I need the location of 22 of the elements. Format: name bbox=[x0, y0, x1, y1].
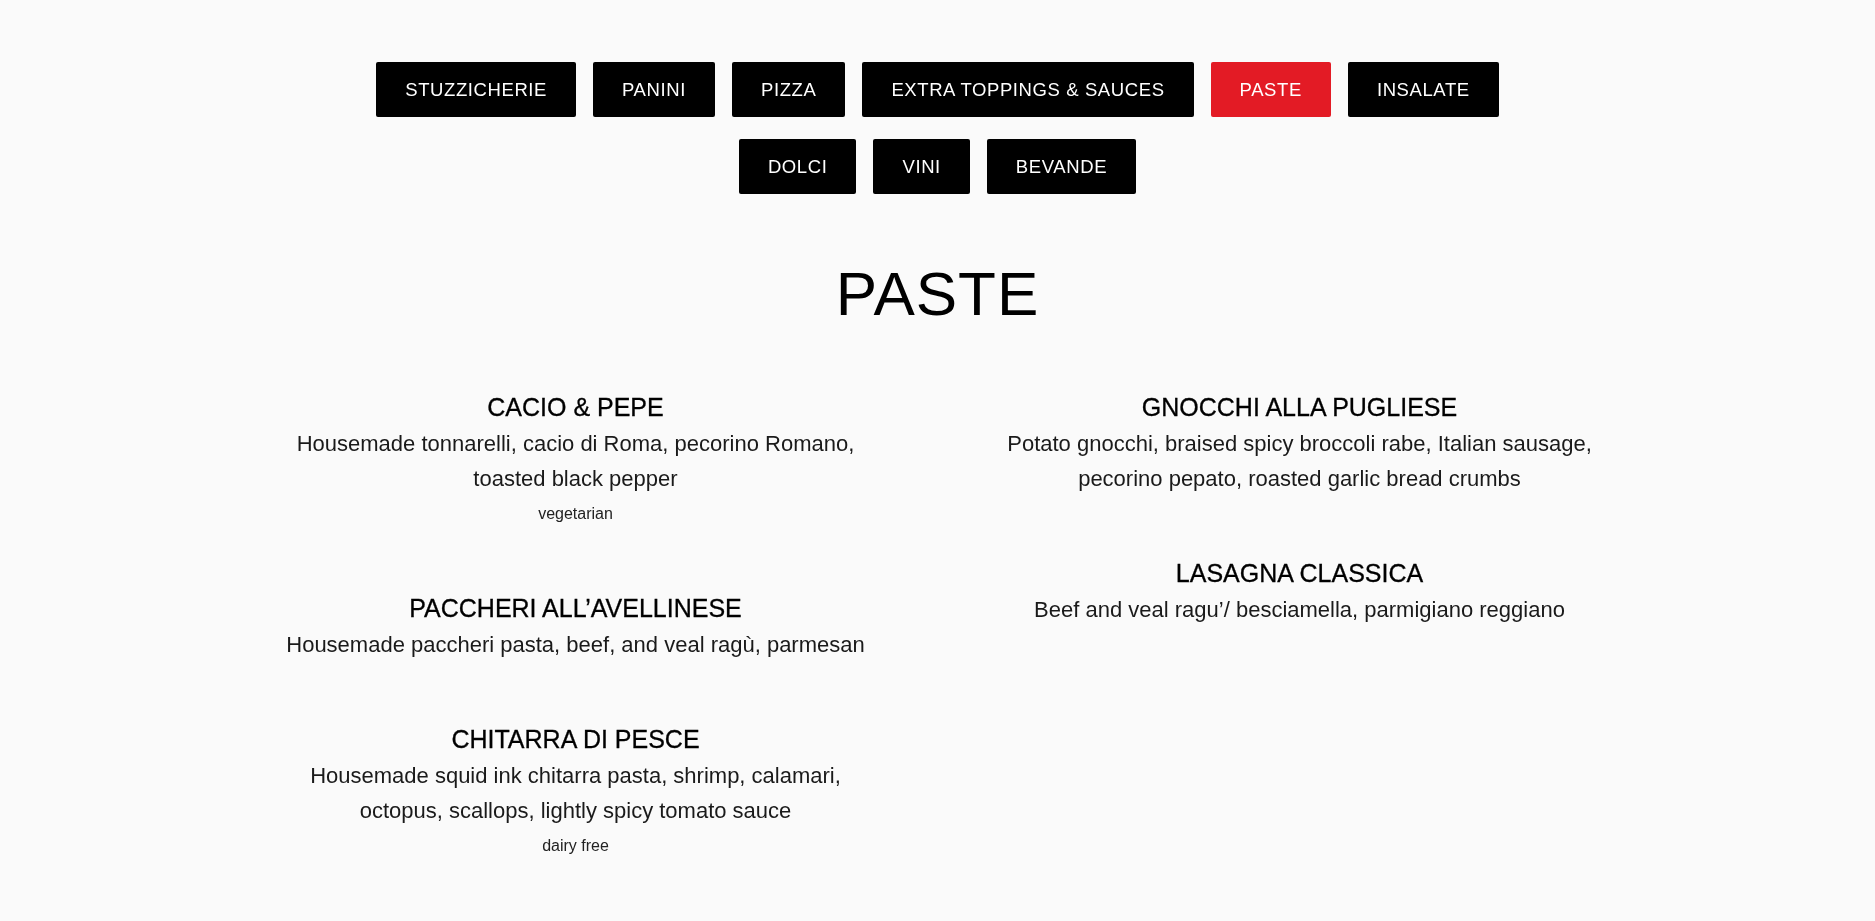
dish-description: Beef and veal ragu’/ besciamella, parmigiano reggiano bbox=[1034, 596, 1565, 624]
category-tab[interactable]: BEVANDE bbox=[986, 139, 1137, 194]
section-title: PASTE bbox=[835, 258, 1040, 330]
category-tab[interactable]: VINI bbox=[873, 139, 970, 194]
dietary-tag: dairy free bbox=[542, 828, 609, 863]
category-tab[interactable]: PANINI bbox=[593, 62, 715, 117]
dish-description: Housemade tonnarelli, cacio di Roma, pecorino Romano, toasted black pepper bbox=[295, 430, 856, 493]
category-tab[interactable]: PASTE bbox=[1210, 62, 1331, 117]
dish-description: Potato gnocchi, braised spicy broccoli rabe, Italian sausage, pecorino pepato, roasted garlic bread crumbs bbox=[1006, 430, 1593, 493]
dish-name: PACCHERI ALL’AVELLINESE bbox=[409, 593, 742, 624]
dish-name: CHITARRA DI PESCE bbox=[451, 724, 700, 755]
dish-description: Housemade paccheri pasta, beef, and veal ragù, parmesan bbox=[286, 631, 865, 659]
category-tab[interactable]: EXTRA TOPPINGS & SAUCES bbox=[862, 62, 1194, 117]
category-tab[interactable]: PIZZA bbox=[731, 62, 846, 117]
dish-name: CACIO & PEPE bbox=[487, 392, 664, 423]
dish-name: LASAGNA CLASSICA bbox=[1175, 558, 1424, 589]
dish-name: GNOCCHI ALLA PUGLIESE bbox=[1141, 392, 1458, 423]
category-tab[interactable]: DOLCI bbox=[738, 139, 857, 194]
category-tab[interactable]: INSALATE bbox=[1347, 62, 1499, 117]
dish-description: Housemade squid ink chitarra pasta, shrimp, calamari, octopus, scallops, lightly spicy tomato sauce bbox=[309, 762, 842, 825]
dietary-tag: vegetarian bbox=[538, 496, 613, 531]
category-tab[interactable]: STUZZICHERIE bbox=[376, 62, 577, 117]
